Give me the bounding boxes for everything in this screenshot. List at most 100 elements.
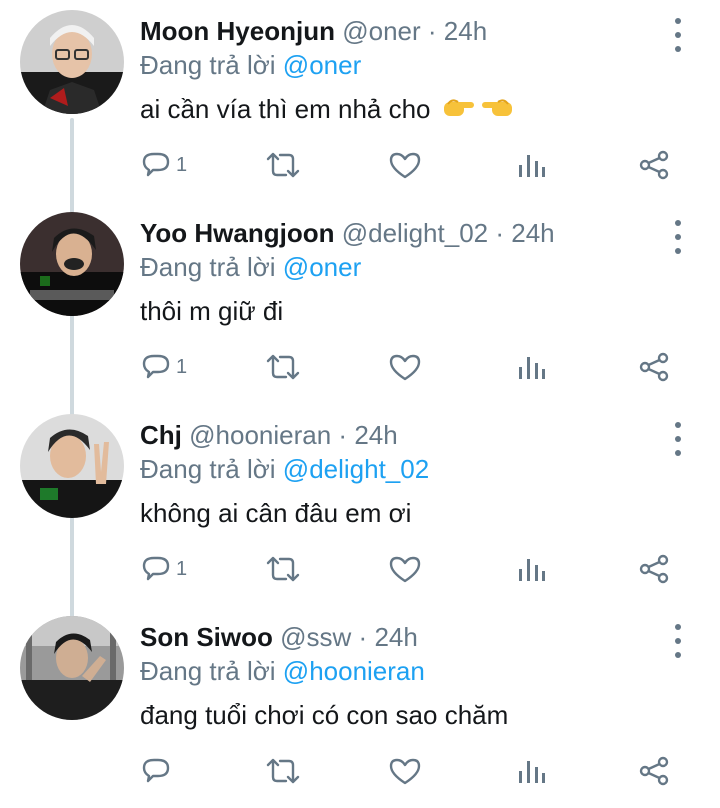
retweet-icon (266, 152, 300, 178)
retweet-icon (266, 556, 300, 582)
tweet-text-body: thôi m giữ đi (140, 296, 284, 326)
share-icon (639, 150, 669, 180)
mention-link[interactable]: @oner (283, 252, 361, 282)
replying-to: Đang trả lời @delight_02 (140, 452, 429, 486)
like-button[interactable] (388, 350, 422, 384)
more-vertical-icon-dot (675, 436, 681, 442)
separator: · (338, 420, 348, 450)
reply-count: 1 (176, 153, 188, 176)
share-icon (639, 756, 669, 786)
tweet-text-body: đang tuổi chơi có con sao chăm (140, 700, 509, 730)
heart-icon (389, 354, 421, 381)
replying-to-label: Đang trả lời (140, 50, 276, 80)
replying-to-label: Đang trả lời (140, 656, 276, 686)
username[interactable]: @ssw (280, 622, 351, 652)
like-button[interactable] (388, 552, 422, 586)
tweet[interactable]: Chj @hoonieran · 24h Đang trả lời @delig… (0, 404, 720, 606)
avatar-image (20, 616, 124, 720)
replying-to-label: Đang trả lời (140, 454, 276, 484)
pointing-right-emoji-icon (442, 94, 476, 128)
tweet-text: không ai cân đâu em ơi (140, 496, 411, 530)
username[interactable]: @hoonieran (189, 420, 331, 450)
separator: · (427, 16, 437, 46)
mention-link[interactable]: @hoonieran (283, 656, 425, 686)
tweet-text-body: ai cần vía thì em nhả cho (140, 94, 431, 124)
avatar[interactable] (20, 10, 124, 114)
heart-icon (389, 152, 421, 179)
more-vertical-icon (675, 18, 681, 24)
reply-button[interactable]: 1 (140, 350, 187, 384)
replying-to-label: Đang trả lời (140, 252, 276, 282)
display-name[interactable]: Yoo Hwangjoon (140, 218, 335, 248)
tweet-header: Son Siwoo @ssw · 24h (140, 620, 418, 654)
tweet-header: Moon Hyeonjun @oner · 24h (140, 14, 487, 48)
reply-count: 1 (176, 557, 188, 580)
like-button[interactable] (388, 754, 422, 788)
mention-link[interactable]: @delight_02 (283, 454, 429, 484)
tweet-text: thôi m giữ đi (140, 294, 283, 328)
more-options-button[interactable] (666, 18, 690, 52)
timestamp[interactable]: 24h (444, 16, 487, 46)
views-icon (519, 357, 545, 379)
views-button[interactable] (516, 552, 546, 586)
more-vertical-icon (675, 220, 681, 226)
more-options-button[interactable] (666, 624, 690, 658)
tweet-header: Yoo Hwangjoon @delight_02 · 24h (140, 216, 555, 250)
more-vertical-icon-dot (675, 46, 681, 52)
separator: · (495, 218, 505, 248)
more-vertical-icon-dot (675, 32, 681, 38)
username[interactable]: @delight_02 (342, 218, 488, 248)
display-name[interactable]: Chj (140, 420, 182, 450)
tweet-actions: 1 (0, 552, 720, 586)
tweet-text-body: không ai cân đâu em ơi (140, 498, 412, 528)
avatar-image (20, 414, 124, 518)
like-button[interactable] (388, 148, 422, 182)
views-icon (519, 559, 545, 581)
mention-link[interactable]: @oner (283, 50, 361, 80)
more-vertical-icon-dot (675, 248, 681, 254)
tweet[interactable]: Moon Hyeonjun @oner · 24h Đang trả lời @… (0, 0, 720, 202)
avatar[interactable] (20, 616, 124, 720)
tweet-actions (0, 754, 720, 788)
views-button[interactable] (516, 754, 546, 788)
share-button[interactable] (638, 754, 670, 788)
views-button[interactable] (516, 148, 546, 182)
avatar[interactable] (20, 212, 124, 316)
more-vertical-icon (675, 422, 681, 428)
retweet-button[interactable] (264, 552, 302, 586)
retweet-button[interactable] (264, 148, 302, 182)
tweet-text: ai cần vía thì em nhả cho (140, 92, 514, 128)
share-button[interactable] (638, 552, 670, 586)
heart-icon (389, 758, 421, 785)
reply-button[interactable]: 1 (140, 552, 187, 586)
tweet-actions: 1 (0, 148, 720, 182)
reply-button[interactable]: 1 (140, 148, 187, 182)
avatar-image (20, 10, 124, 114)
reply-button[interactable] (140, 754, 176, 788)
display-name[interactable]: Son Siwoo (140, 622, 273, 652)
timestamp[interactable]: 24h (374, 622, 417, 652)
share-button[interactable] (638, 350, 670, 384)
more-options-button[interactable] (666, 220, 690, 254)
timestamp[interactable]: 24h (354, 420, 397, 450)
tweet-text: đang tuổi chơi có con sao chăm (140, 698, 508, 732)
display-name[interactable]: Moon Hyeonjun (140, 16, 335, 46)
tweet[interactable]: Son Siwoo @ssw · 24h Đang trả lời @hooni… (0, 606, 720, 808)
share-icon (639, 554, 669, 584)
replying-to: Đang trả lời @hoonieran (140, 654, 425, 688)
more-vertical-icon (675, 624, 681, 630)
timestamp[interactable]: 24h (511, 218, 554, 248)
username[interactable]: @oner (342, 16, 420, 46)
retweet-button[interactable] (264, 754, 302, 788)
share-button[interactable] (638, 148, 670, 182)
avatar[interactable] (20, 414, 124, 518)
more-vertical-icon-dot (675, 234, 681, 240)
views-button[interactable] (516, 350, 546, 384)
tweet[interactable]: Yoo Hwangjoon @delight_02 · 24h Đang trả… (0, 202, 720, 404)
reply-icon (142, 152, 170, 177)
views-icon (519, 155, 545, 177)
retweet-button[interactable] (264, 350, 302, 384)
more-options-button[interactable] (666, 422, 690, 456)
reply-icon (142, 758, 170, 783)
separator: · (358, 622, 368, 652)
